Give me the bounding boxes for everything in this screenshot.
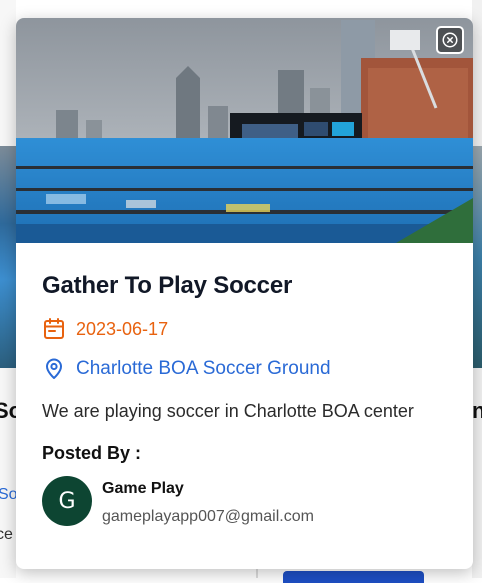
close-icon <box>442 32 458 48</box>
avatar: G <box>42 476 92 526</box>
calendar-icon <box>44 318 64 339</box>
background-card-right-title: n <box>472 398 482 423</box>
background-button[interactable] <box>283 571 424 583</box>
background-card-left-text: ce <box>0 526 13 543</box>
event-date-row: 2023-06-17 <box>42 314 453 344</box>
event-date: 2023-06-17 <box>76 319 169 339</box>
event-description: We are playing soccer in Charlotte BOA c… <box>42 401 414 421</box>
author-email: gameplayapp007@gmail.com <box>102 508 314 525</box>
author-info: G Game Play gameplayapp007@gmail.com <box>42 476 453 528</box>
author-name: Game Play <box>102 480 184 497</box>
event-location-row: Charlotte BOA Soccer Ground <box>42 354 453 384</box>
event-detail-modal: Gather To Play Soccer 2023-06-17 Charlot… <box>16 18 473 569</box>
background-card-left-image <box>0 146 16 368</box>
event-location-link[interactable]: Charlotte BOA Soccer Ground <box>76 354 331 384</box>
event-hero-image <box>16 18 473 243</box>
event-details: Gather To Play Soccer 2023-06-17 Charlot… <box>42 268 453 528</box>
background-card-left-link[interactable]: So <box>0 486 18 504</box>
map-pin-icon <box>46 358 62 379</box>
background-card-right-image <box>472 146 482 368</box>
background-divider <box>256 568 258 578</box>
posted-by-label: Posted By : <box>42 443 142 463</box>
close-button[interactable] <box>436 26 464 54</box>
event-title: Gather To Play Soccer <box>42 272 293 299</box>
